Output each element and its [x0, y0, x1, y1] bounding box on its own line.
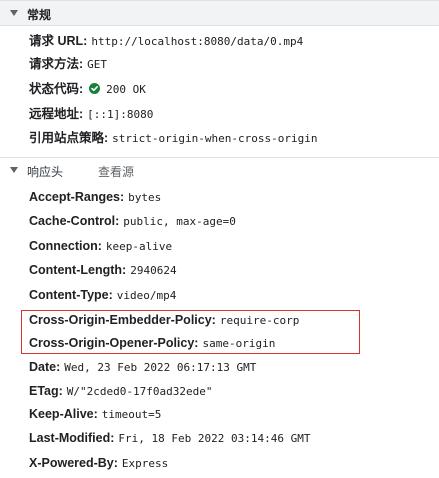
view-source-link[interactable]: 查看源	[98, 163, 134, 180]
header-name: Cache-Control:	[29, 214, 120, 228]
response-row-content-length: Content-Length: 2940624	[29, 260, 177, 280]
response-row-x-powered-by: X-Powered-By: Express	[29, 453, 168, 473]
header-value: strict-origin-when-cross-origin	[112, 132, 318, 145]
general-row-status-code: 状态代码: 200 OK	[29, 79, 146, 99]
response-row-cache-control: Cache-Control: public, max-age=0	[29, 211, 236, 231]
header-value: keep-alive	[105, 240, 173, 253]
header-name: Keep-Alive:	[29, 407, 98, 421]
header-value: W/"2cded0-17f0ad32ede"	[66, 385, 213, 398]
header-name: 远程地址:	[29, 107, 84, 121]
response-row-accept-ranges: Accept-Ranges: bytes	[29, 187, 161, 207]
header-value: http://localhost:8080/data/0.mp4	[91, 35, 304, 48]
header-value: video/mp4	[116, 289, 177, 302]
collapse-triangle-icon[interactable]	[10, 10, 18, 16]
header-value: GET	[87, 58, 108, 71]
response-headers-section-header[interactable]: 响应头 查看源	[0, 157, 439, 183]
header-name: Accept-Ranges:	[29, 190, 125, 204]
header-value: Wed, 23 Feb 2022 06:17:13 GMT	[64, 361, 257, 374]
header-name: Content-Length:	[29, 263, 127, 277]
header-name: ETag:	[29, 384, 63, 398]
header-name: 引用站点策略:	[29, 131, 109, 145]
collapse-triangle-icon[interactable]	[10, 167, 18, 173]
header-value: [::1]:8080	[87, 108, 154, 121]
green-check-circle-icon	[89, 83, 101, 94]
header-value: 2940624	[130, 264, 177, 277]
header-value: public, max-age=0	[123, 215, 236, 228]
general-section-title: 常规	[27, 8, 52, 22]
header-name: Content-Type:	[29, 288, 113, 302]
general-row-request-url: 请求 URL: http://localhost:8080/data/0.mp4	[29, 31, 303, 51]
header-value: timeout=5	[101, 408, 162, 421]
general-section-header[interactable]: 常规	[0, 0, 439, 26]
response-row-connection: Connection: keep-alive	[29, 236, 172, 256]
header-name: 状态代码:	[29, 82, 84, 96]
response-row-etag: ETag: W/"2cded0-17f0ad32ede"	[29, 381, 213, 401]
highlight-annotation-box	[21, 310, 360, 354]
general-row-referrer-policy: 引用站点策略: strict-origin-when-cross-origin	[29, 128, 317, 148]
general-row-remote-address: 远程地址: [::1]:8080	[29, 104, 153, 124]
response-row-last-modified: Last-Modified: Fri, 18 Feb 2022 03:14:46 …	[29, 428, 310, 448]
header-value: bytes	[128, 191, 162, 204]
header-name: Last-Modified:	[29, 431, 115, 445]
header-name: X-Powered-By:	[29, 456, 118, 470]
header-name: 请求 URL:	[29, 34, 88, 48]
header-value: 200 OK	[106, 83, 146, 96]
header-name: Date:	[29, 360, 61, 374]
response-headers-title: 响应头	[27, 165, 64, 179]
header-value: Fri, 18 Feb 2022 03:14:46 GMT	[118, 432, 311, 445]
header-name: Connection:	[29, 239, 102, 253]
header-value: Express	[121, 457, 169, 470]
response-row-content-type: Content-Type: video/mp4	[29, 285, 176, 305]
header-name: 请求方法:	[29, 57, 84, 71]
response-row-keep-alive: Keep-Alive: timeout=5	[29, 404, 161, 424]
response-row-date: Date: Wed, 23 Feb 2022 06:17:13 GMT	[29, 357, 256, 377]
general-row-request-method: 请求方法: GET	[29, 54, 107, 74]
